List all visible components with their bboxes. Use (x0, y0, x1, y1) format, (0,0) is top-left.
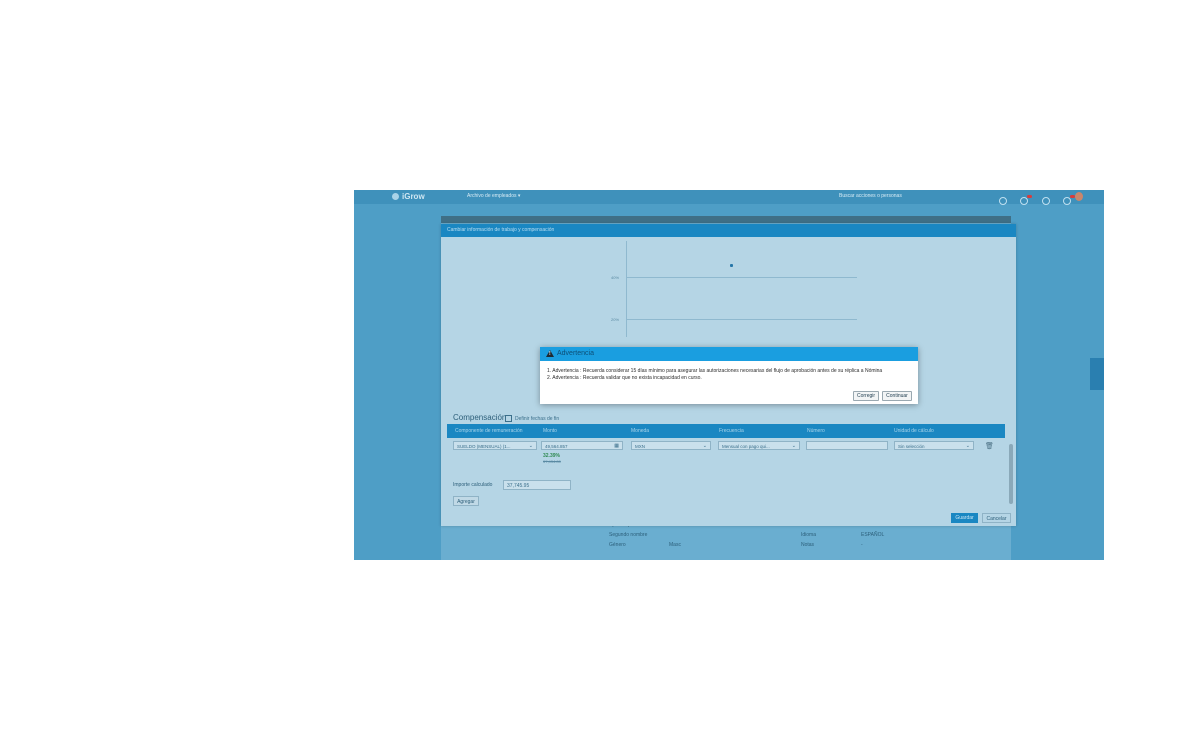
save-button[interactable]: Guardar (951, 513, 978, 523)
chart-axis (626, 241, 627, 337)
correct-button[interactable]: Corregir (853, 391, 879, 401)
cancel-button[interactable]: Cancelar (982, 513, 1011, 523)
grid-line (627, 277, 857, 278)
currency-value: MXN (635, 444, 645, 449)
frequency-select[interactable]: Mensual con pago qui... ⌄ (718, 441, 800, 450)
column-header: Componente de remuneración (455, 428, 523, 434)
warning-header: Advertencia (540, 347, 918, 361)
field-label: Idioma (801, 532, 817, 538)
unit-value: Sin selección (898, 444, 925, 449)
calculator-icon[interactable]: ▦ (614, 442, 619, 451)
shell-bar: iGrow Archivo de empleados ▾ Buscar acci… (354, 190, 1104, 205)
calculated-amount-label: Importe calculado (453, 482, 493, 488)
column-header: Moneda (631, 428, 650, 434)
unit-select[interactable]: Sin selección ⌄ (894, 441, 974, 450)
warning-dialog: Advertencia 1. Advertencia : Recuerda co… (540, 347, 918, 404)
component-select[interactable]: SUELDO (MENSUAL) (1... ⌄ (453, 441, 537, 450)
column-header: Número (807, 428, 825, 434)
warning-icon (546, 350, 554, 357)
notification-badge (1027, 195, 1033, 198)
chevron-down-icon: ⌄ (528, 443, 533, 449)
field-value: - (861, 542, 863, 548)
define-dates-link[interactable]: Definir fechas de fin (505, 415, 559, 422)
column-header: Monto (543, 428, 557, 434)
side-tab[interactable] (1090, 358, 1104, 390)
continue-button[interactable]: Continuar (882, 391, 912, 401)
column-header: Frecuencia (719, 428, 744, 434)
dialog-header: Cambiar información de trabajo y compens… (441, 224, 1016, 237)
field-label: Notas (801, 542, 815, 548)
warning-message: 2. Advertencia : Recuerda validar que no… (547, 375, 702, 381)
search-icon[interactable] (999, 197, 1007, 205)
messages-icon[interactable] (1063, 195, 1076, 205)
frequency-value: Mensual con pago qui... (722, 444, 770, 449)
define-dates-label: Definir fechas de fin (515, 415, 560, 422)
data-point (730, 264, 733, 267)
tick-label: 40% (611, 275, 620, 280)
chart: 40% 20% (611, 241, 857, 337)
column-header: Unidad de cálculo (894, 428, 934, 434)
scrollbar[interactable] (1009, 444, 1013, 504)
field-label: Segundo nombre (609, 532, 648, 538)
avatar[interactable] (1075, 192, 1083, 201)
previous-amount: 37,434.80 (543, 459, 561, 464)
app-logo[interactable]: iGrow (392, 192, 425, 201)
logo-text: iGrow (402, 192, 425, 201)
help-icon[interactable] (1041, 197, 1050, 205)
section-title: Compensación (453, 413, 507, 422)
add-button[interactable]: Agregar (453, 496, 479, 506)
amount-input[interactable]: 49,564.857 ▦ (541, 441, 623, 450)
warning-title: Advertencia (557, 350, 594, 357)
calculated-amount-field: 37,745.95 (503, 480, 571, 490)
logo-icon (392, 193, 399, 201)
currency-select[interactable]: MXN ⌄ (631, 441, 711, 450)
number-input[interactable] (806, 441, 888, 450)
notifications-icon[interactable] (1020, 195, 1033, 205)
chevron-down-icon: ⌄ (791, 443, 796, 449)
tick-label: 20% (611, 317, 620, 322)
grid-line (627, 319, 857, 320)
calendar-icon (505, 415, 512, 422)
module-menu[interactable]: Archivo de empleados ▾ (467, 193, 520, 199)
field-value: Masc (669, 542, 681, 548)
chevron-down-icon: ⌄ (702, 443, 707, 449)
delete-icon[interactable]: 🗑 (985, 442, 994, 450)
chevron-down-icon: ⌄ (965, 443, 970, 449)
field-value: ESPAÑOL (861, 532, 885, 538)
search-input[interactable]: Buscar acciones o personas (839, 193, 902, 199)
page-header-band (441, 216, 1011, 223)
component-value: SUELDO (MENSUAL) (1... (457, 444, 511, 449)
table-header: Componente de remuneración Monto Moneda … (447, 424, 1005, 438)
amount-value: 49,564.857 (545, 444, 568, 449)
field-label: Género (609, 542, 626, 548)
shell-actions (999, 192, 1080, 205)
warning-message: 1. Advertencia : Recuerda considerar 15 … (547, 368, 883, 374)
